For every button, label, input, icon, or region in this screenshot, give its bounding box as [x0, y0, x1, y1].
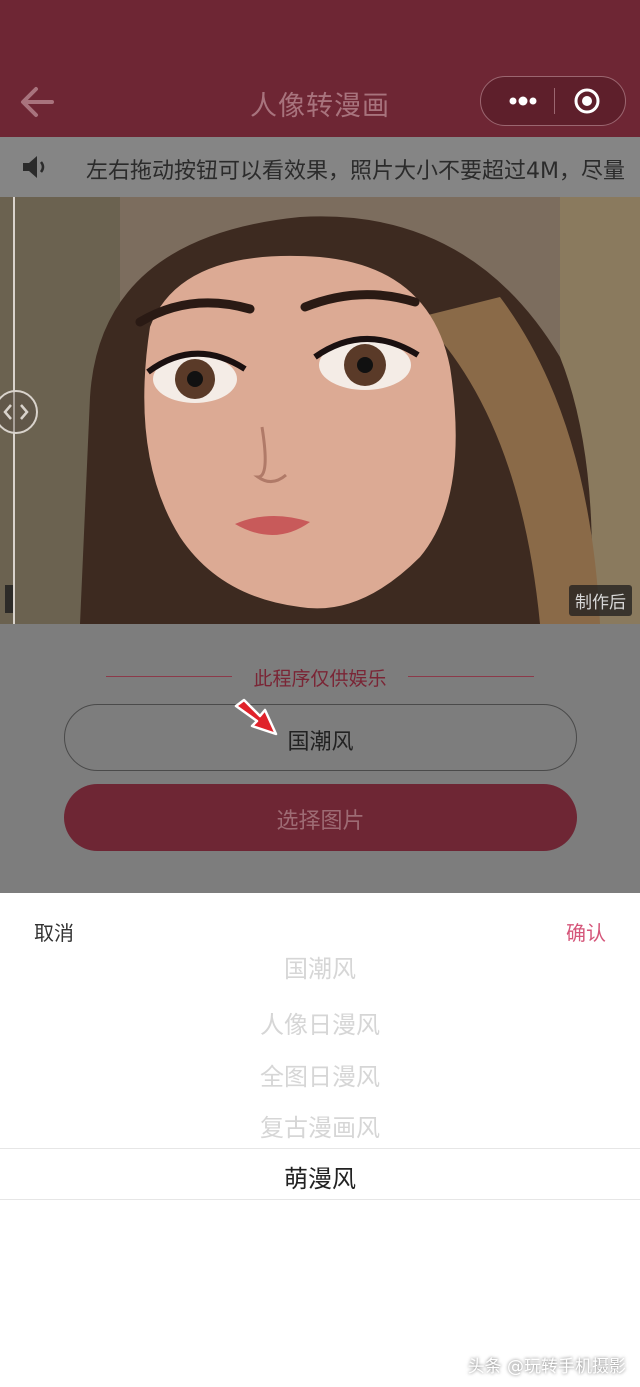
picker-option[interactable]: 复古漫画风 — [0, 1108, 640, 1143]
drag-handle-icon[interactable] — [0, 390, 38, 434]
selection-line-top — [0, 1148, 640, 1149]
picker-option[interactable]: 国潮风 — [0, 953, 640, 984]
miniprogram-close-icon[interactable] — [573, 87, 601, 115]
capsule-divider — [554, 88, 555, 114]
before-label — [5, 585, 13, 613]
picker-sheet: 取消 确认 国潮风 人像日漫风 全图日漫风 复古漫画风 萌漫风 — [0, 893, 640, 1387]
confirm-button[interactable]: 确认 — [566, 917, 606, 946]
picker-option[interactable]: 全图日漫风 — [0, 1057, 640, 1092]
picker-option[interactable]: 人像日漫风 — [0, 1005, 640, 1040]
nav-bar: 人像转漫画 — [0, 0, 640, 137]
style-select[interactable]: 国潮风 — [64, 704, 577, 771]
red-arrow-icon — [232, 698, 280, 738]
after-label: 制作后 — [569, 585, 632, 616]
picker-column[interactable]: 国潮风 人像日漫风 全图日漫风 复古漫画风 萌漫风 — [0, 953, 640, 1213]
capsule-menu — [480, 76, 626, 126]
cancel-button[interactable]: 取消 — [34, 917, 74, 946]
more-dots-icon[interactable] — [499, 77, 547, 125]
style-select-value: 国潮风 — [287, 730, 354, 755]
notice-bar: 左右拖动按钮可以看效果，照片大小不要超过4M，尽量 — [0, 137, 640, 197]
choose-image-label: 选择图片 — [276, 809, 365, 834]
speaker-icon — [20, 153, 50, 181]
choose-image-button[interactable]: 选择图片 — [64, 784, 577, 851]
watermark-text: 头条 @玩转手机摄影 — [467, 1357, 626, 1377]
compare-preview[interactable]: 制作后 — [0, 197, 640, 624]
portrait-illustration — [0, 197, 640, 624]
picker-option-selected[interactable]: 萌漫风 — [0, 1159, 640, 1194]
disclaimer-text: 此程序仅供娱乐 — [253, 668, 387, 690]
notice-text: 左右拖动按钮可以看效果，照片大小不要超过4M，尽量 — [86, 159, 625, 184]
main-content: 此程序仅供娱乐 国潮风 选择图片 — [0, 624, 640, 893]
selection-line-bottom — [0, 1199, 640, 1200]
